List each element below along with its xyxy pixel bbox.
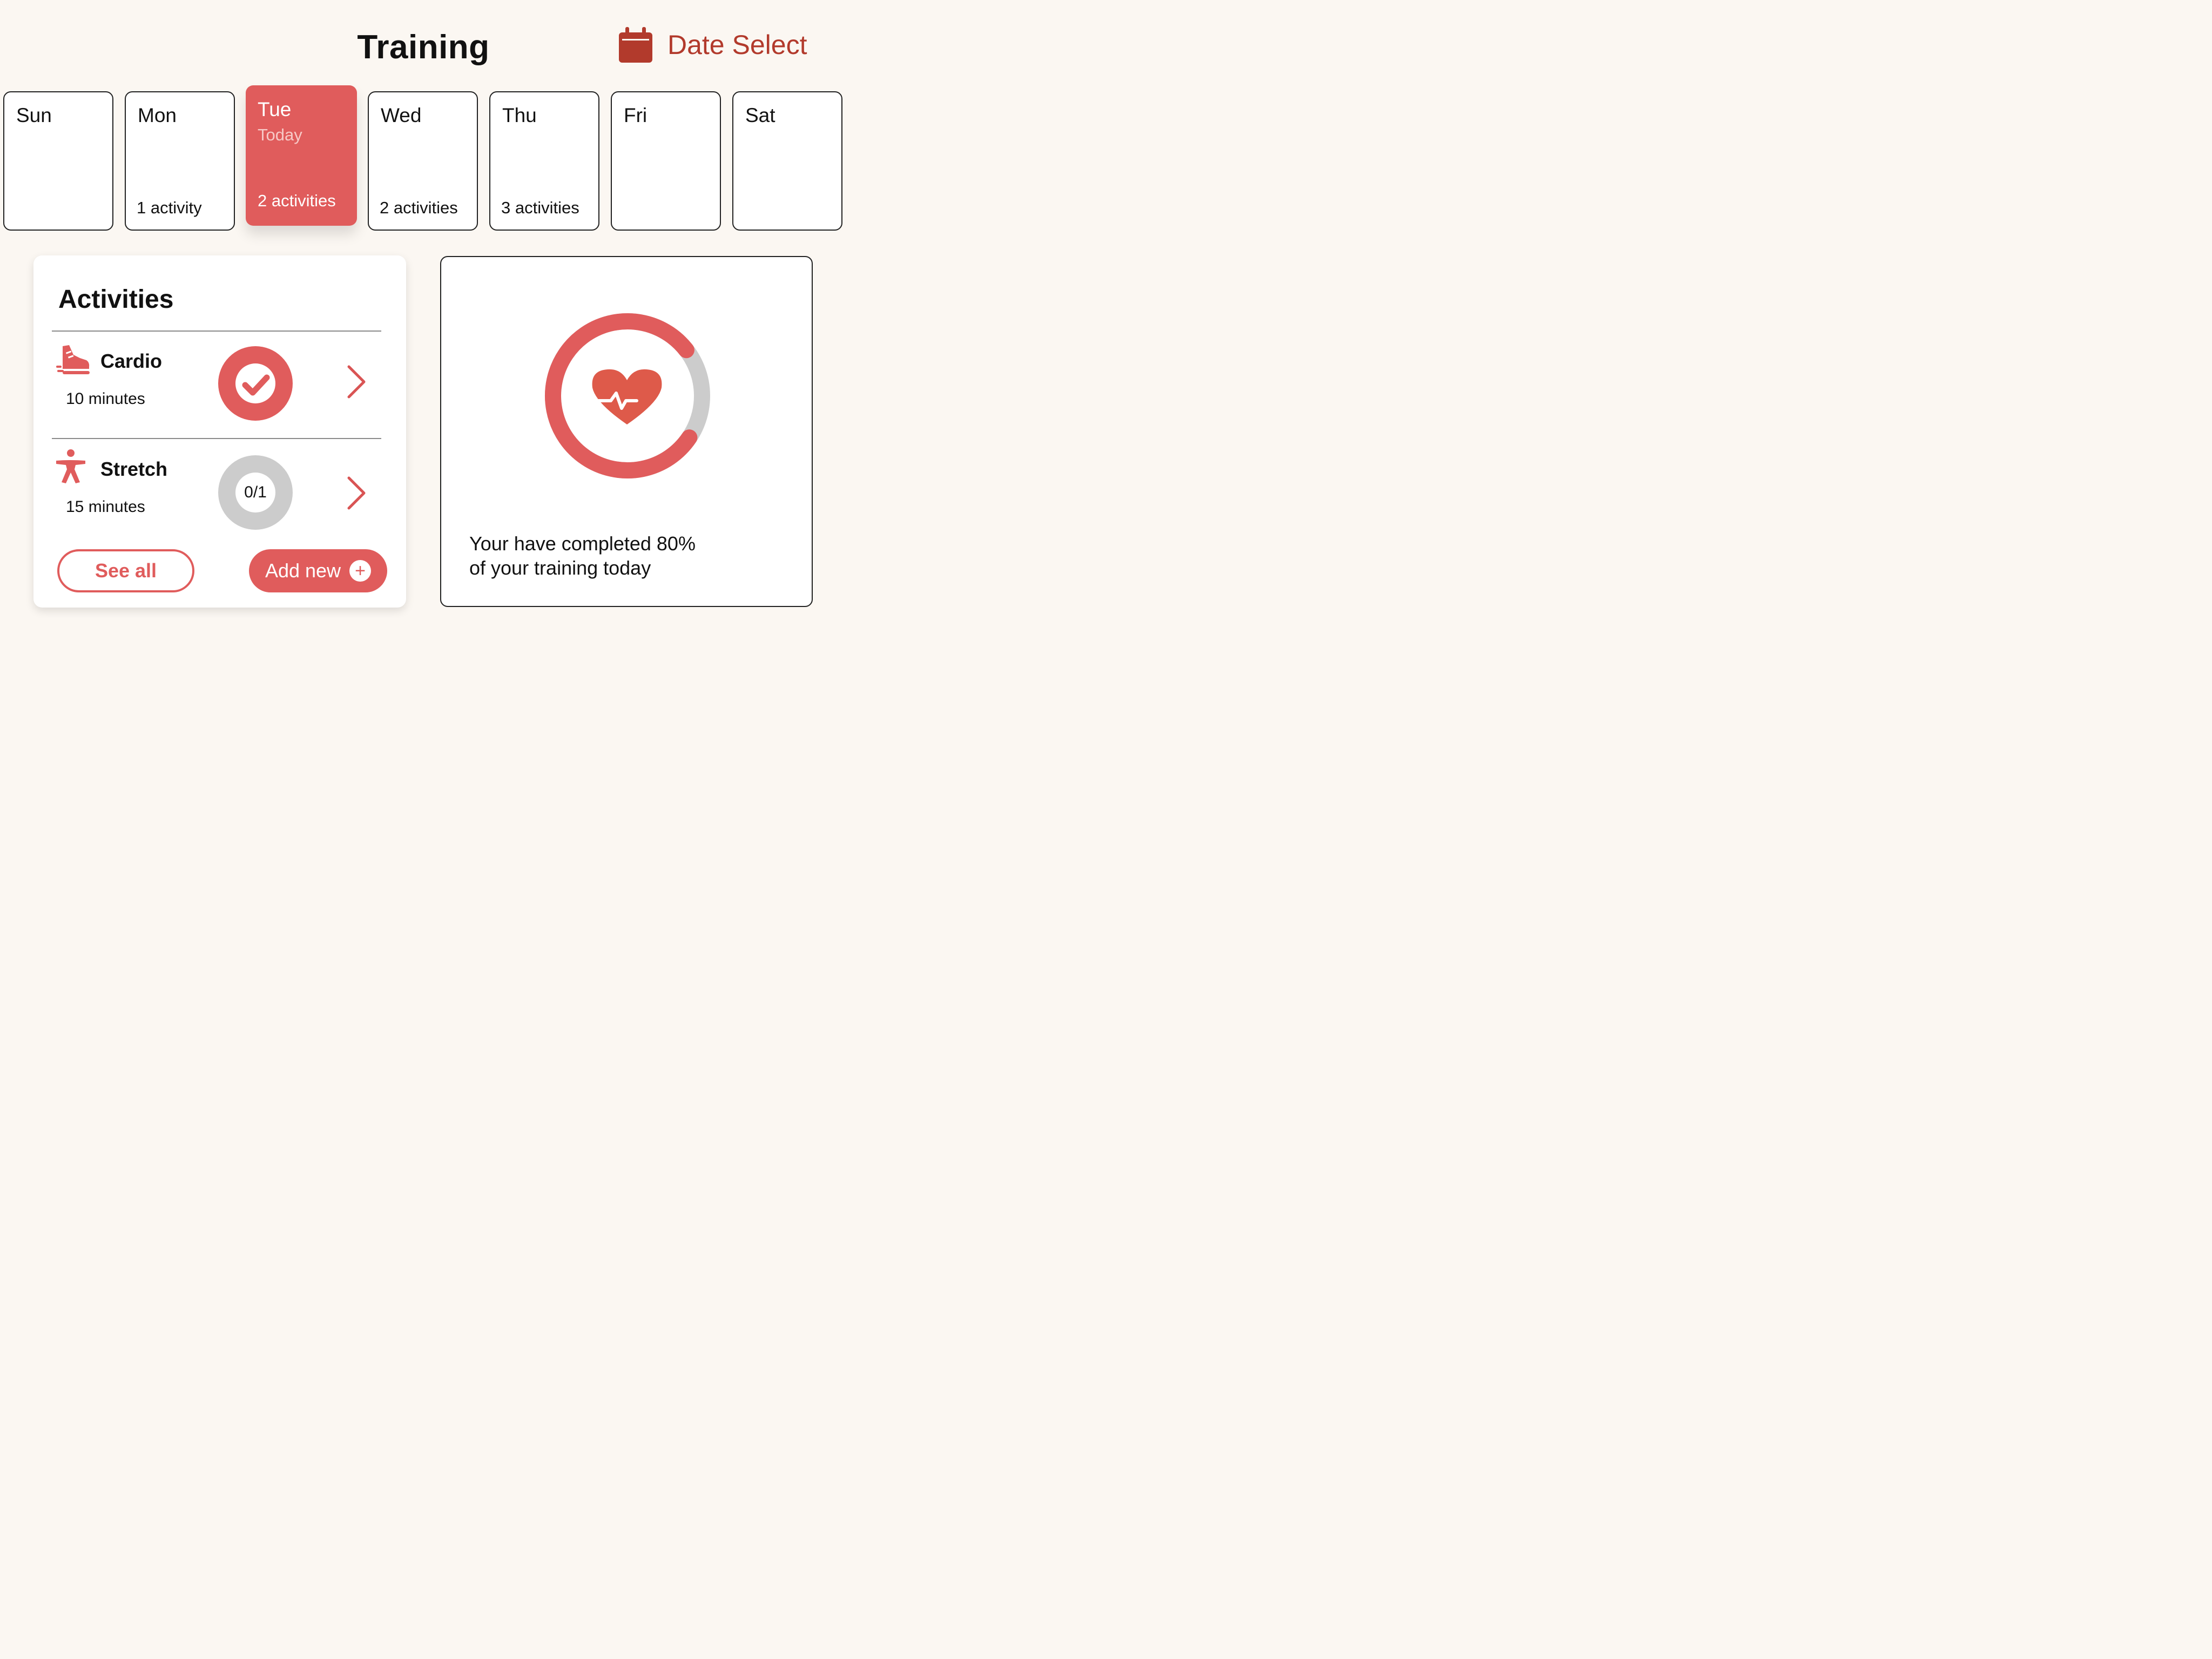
- day-card-sun[interactable]: Sun: [3, 91, 113, 231]
- day-activity-count: 3 activities: [501, 198, 579, 217]
- calendar-icon: [619, 27, 652, 63]
- progress-count: 0/1: [244, 483, 267, 501]
- summary-line-2: of your training today: [469, 557, 651, 579]
- pending-status: 0/1: [218, 455, 293, 530]
- date-select-button[interactable]: Date Select: [619, 26, 807, 64]
- see-all-label: See all: [95, 559, 157, 582]
- day-activity-count: 2 activities: [380, 198, 458, 217]
- activity-row-cardio[interactable]: Cardio 10 minutes: [52, 336, 387, 439]
- day-name: Mon: [138, 104, 177, 126]
- date-select-label: Date Select: [667, 30, 807, 60]
- day-card-fri[interactable]: Fri: [611, 91, 721, 231]
- summary-panel: Your have completed 80% of your training…: [440, 256, 813, 607]
- day-activity-count: 2 activities: [258, 191, 336, 210]
- day-name: Thu: [502, 104, 537, 126]
- day-name: Sun: [16, 104, 52, 126]
- day-name: Sat: [745, 104, 775, 126]
- activities-panel: Activities Cardio 10 minutes Stretch 15 …: [33, 255, 406, 608]
- plus-icon: +: [349, 560, 372, 582]
- day-card-tue[interactable]: Tue Today 2 activities: [246, 85, 357, 226]
- chevron-right-icon[interactable]: [346, 476, 367, 510]
- activity-name: Cardio: [100, 350, 163, 372]
- running-shoe-icon: [56, 345, 90, 374]
- day-name: Wed: [381, 104, 422, 126]
- divider: [52, 331, 381, 332]
- summary-message: Your have completed 80% of your training…: [469, 531, 772, 580]
- day-name: Tue: [258, 98, 292, 120]
- activity-row-stretch[interactable]: Stretch 15 minutes 0/1: [52, 444, 387, 547]
- activity-duration: 15 minutes: [66, 498, 145, 516]
- add-new-label: Add new: [265, 559, 341, 582]
- day-card-mon[interactable]: Mon 1 activity: [125, 91, 235, 231]
- training-screen: Training Date Select Sun Mon 1 activity …: [0, 0, 847, 635]
- day-card-sat[interactable]: Sat: [732, 91, 842, 231]
- summary-line-1: Your have completed 80%: [469, 532, 696, 555]
- activities-title: Activities: [58, 285, 174, 314]
- heart-pulse-icon: [589, 369, 662, 424]
- add-new-button[interactable]: Add new +: [249, 549, 387, 592]
- divider: [52, 438, 381, 439]
- completion-ring: [545, 313, 710, 478]
- day-activity-count: 1 activity: [137, 198, 202, 217]
- today-label: Today: [258, 125, 302, 144]
- day-name: Fri: [624, 104, 648, 126]
- stretch-person-icon: [56, 449, 85, 483]
- day-card-thu[interactable]: Thu 3 activities: [489, 91, 599, 231]
- day-card-wed[interactable]: Wed 2 activities: [368, 91, 478, 231]
- activity-duration: 10 minutes: [66, 390, 145, 408]
- chevron-right-icon[interactable]: [346, 365, 367, 399]
- completed-status: [218, 346, 293, 421]
- activity-name: Stretch: [100, 458, 168, 480]
- see-all-button[interactable]: See all: [57, 549, 194, 592]
